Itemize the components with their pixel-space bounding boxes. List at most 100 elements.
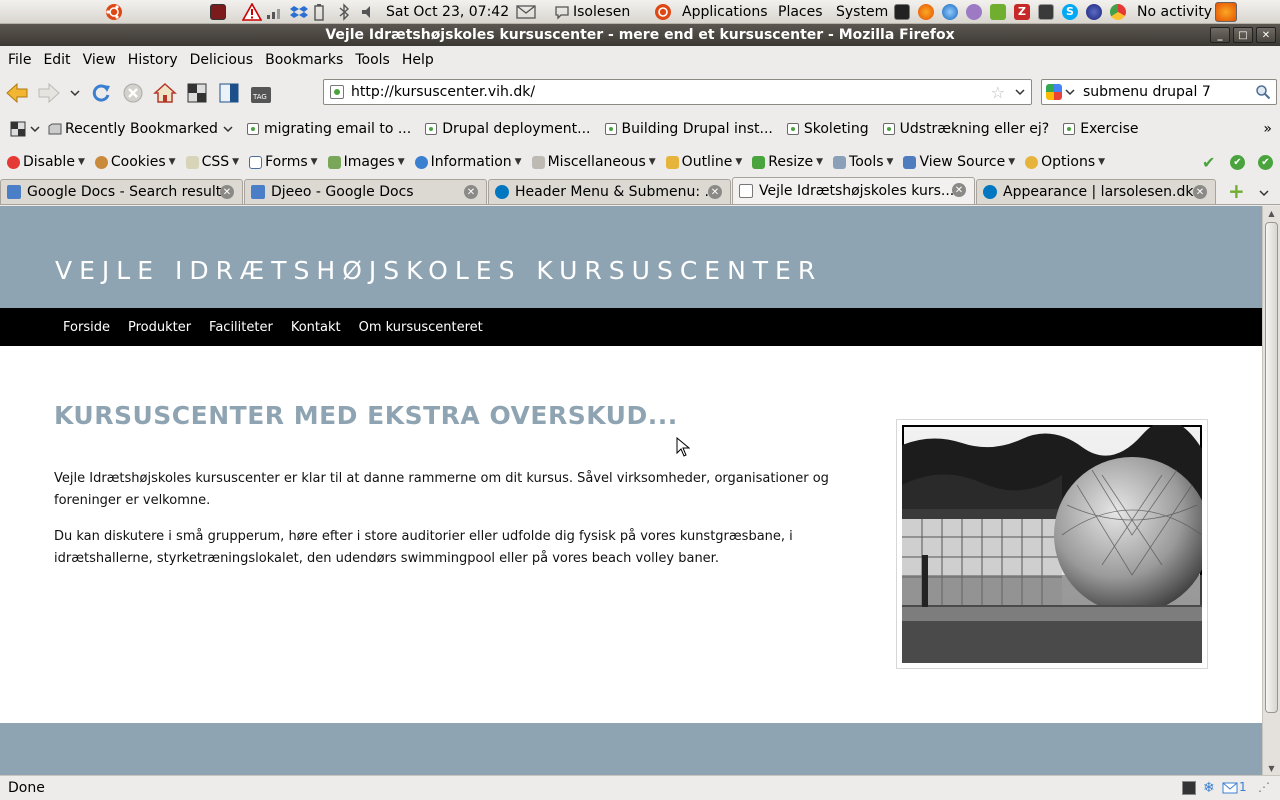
site-title[interactable]: VEJLE IDRÆTSHØJSKOLES KURSUSCENTER [55, 256, 822, 285]
gmail-notifier-icon[interactable] [1222, 782, 1238, 798]
tab-djeeo-google-docs[interactable]: Djeeo - Google Docs ✕ [244, 179, 487, 204]
bookmark-item[interactable]: Skoleting [786, 121, 869, 137]
menu-help[interactable]: Help [396, 52, 440, 68]
bookmarks-menu-icon[interactable] [10, 121, 40, 137]
sidebar-tool-icon[interactable] [214, 78, 244, 108]
mail-icon[interactable] [516, 0, 536, 24]
url-dropdown-icon[interactable] [1015, 84, 1025, 100]
bookmark-item[interactable]: Drupal deployment... [425, 121, 591, 137]
site-identity-icon[interactable] [330, 85, 344, 99]
nav-link-kontakt[interactable]: Kontakt [291, 320, 341, 335]
bluetooth-icon[interactable] [338, 0, 350, 24]
nav-link-produkter[interactable]: Produkter [128, 320, 191, 335]
ubuntu-logo-icon[interactable] [104, 0, 124, 24]
screen-capture-icon[interactable] [1182, 781, 1196, 795]
tab-header-menu-submenu[interactable]: Header Menu & Submenu: ... ✕ [488, 179, 731, 204]
terminal-launcher-icon[interactable] [894, 0, 910, 24]
minimize-button[interactable]: _ [1210, 27, 1230, 43]
monitor-launcher-icon[interactable] [1038, 0, 1054, 24]
google-search-engine-icon[interactable] [1046, 84, 1075, 100]
url-text[interactable]: http://kursuscenter.vih.dk/ [351, 84, 535, 100]
nav-link-forside[interactable]: Forside [63, 320, 110, 335]
bookmark-item[interactable]: Exercise [1063, 121, 1139, 137]
recently-bookmarked-folder[interactable]: Recently Bookmarked [48, 121, 233, 137]
css-menu[interactable]: CSS ▼ [185, 154, 239, 170]
nav-link-om-kursuscenteret[interactable]: Om kursuscenteret [359, 320, 483, 335]
bookmark-star-icon[interactable]: ☆ [991, 83, 1005, 102]
tools-launcher-icon[interactable] [990, 0, 1006, 24]
chrome-launcher-icon[interactable] [1110, 0, 1126, 24]
search-magnifier-icon[interactable] [1255, 84, 1271, 104]
forward-button[interactable] [34, 78, 64, 108]
resize-grip-icon[interactable]: ⋰ [1258, 780, 1270, 794]
dropbox-icon[interactable] [290, 0, 308, 24]
html-valid-icon[interactable]: ✔ [1258, 154, 1273, 170]
user-menu[interactable]: Isolesen [573, 0, 630, 24]
close-window-button[interactable]: ✕ [1256, 27, 1276, 43]
miscellaneous-menu[interactable]: Miscellaneous ▼ [531, 154, 656, 170]
bookmark-item[interactable]: Udstrækning eller ej? [882, 121, 1049, 137]
validation-check-icon[interactable]: ✔ [1202, 153, 1215, 172]
bookmark-item[interactable]: Building Drupal inst... [604, 121, 773, 137]
bookmark-item[interactable]: migrating email to ... [246, 121, 411, 137]
applications-menu[interactable]: Applications [682, 0, 768, 24]
bookmarks-overflow-button[interactable]: » [1263, 121, 1272, 137]
menu-file[interactable]: File [2, 52, 37, 68]
information-menu[interactable]: Information ▼ [414, 154, 522, 170]
chat-bubble-icon[interactable] [554, 0, 570, 24]
places-menu[interactable]: Places [778, 0, 823, 24]
history-dropdown-icon[interactable] [66, 78, 84, 108]
close-tab-icon[interactable]: ✕ [952, 183, 966, 197]
outline-menu[interactable]: Outline ▼ [665, 154, 742, 170]
battery-icon[interactable] [313, 0, 325, 24]
screenshot-tool-icon[interactable] [182, 78, 212, 108]
menu-history[interactable]: History [122, 52, 184, 68]
scroll-up-arrow-icon[interactable]: ▲ [1263, 206, 1280, 220]
back-button[interactable] [2, 78, 32, 108]
menu-edit[interactable]: Edit [37, 52, 76, 68]
options-menu[interactable]: Options ▼ [1025, 154, 1105, 170]
clock[interactable]: Sat Oct 23, 07:42 [386, 0, 509, 24]
disable-menu[interactable]: Disable ▼ [7, 154, 85, 170]
cookies-menu[interactable]: Cookies ▼ [94, 154, 176, 170]
snowflake-icon[interactable]: ❄ [1203, 780, 1215, 796]
scroll-down-arrow-icon[interactable]: ▼ [1263, 761, 1280, 775]
volume-icon[interactable] [360, 0, 378, 24]
menu-tools[interactable]: Tools [349, 52, 396, 68]
activity-status[interactable]: No activity [1137, 0, 1212, 24]
app-indicator-icon[interactable] [210, 0, 226, 24]
tag-bookmark-icon[interactable]: TAG [246, 78, 276, 108]
new-tab-plus-icon[interactable]: + [1228, 181, 1245, 201]
stop-button[interactable] [118, 78, 148, 108]
pidgin-launcher-icon[interactable] [966, 0, 982, 24]
mail-count[interactable]: 1 [1239, 780, 1247, 794]
filezilla-launcher-icon[interactable]: Z [1014, 0, 1030, 24]
warning-icon[interactable] [242, 0, 262, 24]
search-bar[interactable]: submenu drupal 7 [1041, 79, 1277, 105]
scrollbar-thumb[interactable] [1265, 222, 1278, 713]
url-bar[interactable]: http://kursuscenter.vih.dk/ ☆ [323, 79, 1032, 105]
globe-launcher-icon[interactable] [1086, 0, 1102, 24]
browser-launcher-icon[interactable] [942, 0, 958, 24]
firefox-launcher-icon[interactable] [918, 0, 934, 24]
list-tabs-icon[interactable] [1259, 186, 1269, 201]
tab-vejle-kursuscenter[interactable]: Vejle Idrætshøjskoles kurs... ✕ [732, 177, 975, 204]
close-tab-icon[interactable]: ✕ [1193, 185, 1207, 199]
firefox-window-icon[interactable] [1215, 0, 1237, 24]
css-valid-icon[interactable]: ✔ [1230, 154, 1245, 170]
skype-launcher-icon[interactable]: S [1062, 0, 1078, 24]
forms-menu[interactable]: Forms ▼ [249, 154, 318, 170]
tools-menu[interactable]: Tools ▼ [833, 154, 893, 170]
view-source-menu[interactable]: View Source ▼ [903, 154, 1015, 170]
resize-menu[interactable]: Resize ▼ [752, 154, 823, 170]
home-button[interactable] [150, 78, 180, 108]
maximize-button[interactable]: □ [1233, 27, 1253, 43]
menu-bookmarks[interactable]: Bookmarks [259, 52, 349, 68]
images-menu[interactable]: Images ▼ [327, 154, 405, 170]
search-input[interactable]: submenu drupal 7 [1083, 84, 1211, 100]
close-tab-icon[interactable]: ✕ [220, 185, 234, 199]
menu-delicious[interactable]: Delicious [184, 52, 260, 68]
close-tab-icon[interactable]: ✕ [464, 185, 478, 199]
tab-appearance-larsolesen[interactable]: Appearance | larsolesen.dk ✕ [976, 179, 1216, 204]
vertical-scrollbar[interactable]: ▲ ▼ [1262, 206, 1280, 775]
